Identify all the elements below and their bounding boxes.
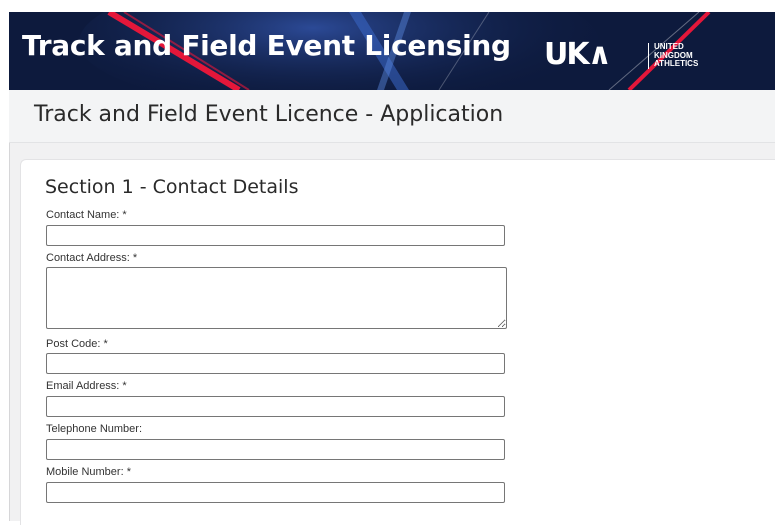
- uka-logo: UK∧ UNITED KINGDOM ATHLETICS: [544, 39, 704, 73]
- logo-text-line-3: ATHLETICS: [654, 59, 699, 68]
- banner-title: Track and Field Event Licensing: [22, 29, 511, 62]
- mobile-number-input[interactable]: [46, 482, 505, 503]
- form-card: [20, 159, 775, 525]
- telephone-number-label: Telephone Number:: [46, 423, 143, 435]
- contact-address-label: Contact Address: *: [46, 252, 138, 264]
- page-header: Track and Field Event Licence - Applicat…: [9, 90, 775, 143]
- section-title: Section 1 - Contact Details: [45, 176, 299, 198]
- email-address-input[interactable]: [46, 396, 505, 417]
- mobile-number-label: Mobile Number: *: [46, 466, 131, 478]
- contact-name-input[interactable]: [46, 225, 505, 246]
- page-title: Track and Field Event Licence - Applicat…: [34, 102, 504, 127]
- post-code-input[interactable]: [46, 353, 505, 374]
- logo-divider: [648, 43, 649, 69]
- site-banner: Track and Field Event Licensing UK∧ UNIT…: [9, 12, 775, 90]
- email-address-label: Email Address: *: [46, 380, 127, 392]
- contact-name-label: Contact Name: *: [46, 209, 127, 221]
- telephone-number-input[interactable]: [46, 439, 505, 460]
- post-code-label: Post Code: *: [46, 338, 108, 350]
- contact-address-textarea[interactable]: [46, 267, 507, 329]
- uka-logo-text: UNITED KINGDOM ATHLETICS: [654, 42, 699, 69]
- uka-logo-mark: UK∧: [544, 37, 612, 72]
